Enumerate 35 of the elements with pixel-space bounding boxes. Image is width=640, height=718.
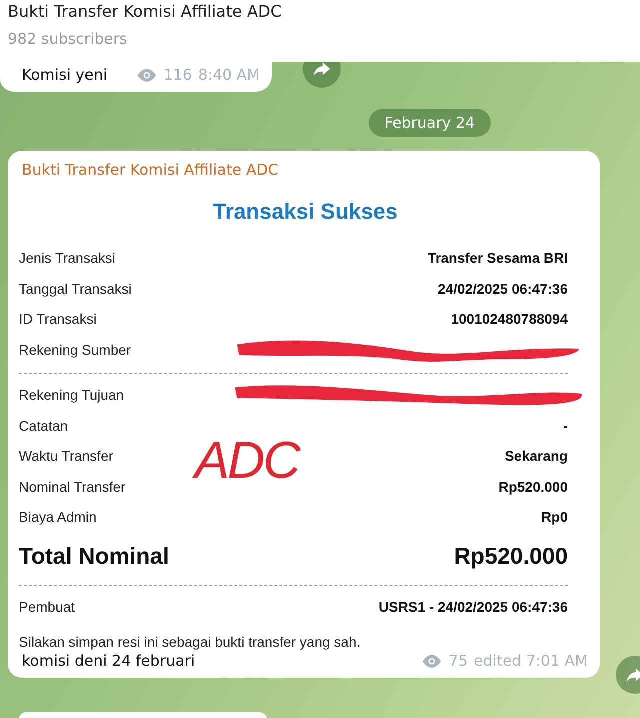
subscriber-count: 982 subscribers [8, 29, 128, 49]
receipt-note: Silakan simpan resi ini sebagai bukti transfer yang sah. [19, 634, 362, 650]
receipt-title: Transaksi Sukses [213, 199, 398, 225]
field-value: Sekarang [504, 448, 568, 464]
field-label: Biaya Admin [19, 509, 97, 526]
field-label: Jenis Transaksi [19, 250, 116, 266]
handwritten-annotation: ADC [195, 435, 299, 487]
field-label: Waktu Transfer [19, 448, 114, 464]
field-label: ID Transaksi [19, 311, 97, 328]
channel-title: Bukti Transfer Komisi Affiliate ADC [8, 1, 283, 23]
total-label: Total Nominal [19, 543, 170, 570]
message-time: edited 7:01 AM [474, 652, 588, 670]
date-separator: February 24 [368, 109, 491, 137]
field-label: Nominal Transfer [19, 478, 126, 495]
views-icon [136, 68, 158, 82]
field-label: Rekening Tujuan [19, 387, 124, 404]
field-value: USRS1 - 24/02/2025 06:47:36 [378, 598, 568, 615]
field-value: - [563, 418, 568, 434]
total-value: Rp520.000 [454, 543, 568, 570]
message-text: komisi deni 24 februari [22, 652, 196, 670]
field-label: Catatan [19, 418, 68, 434]
message-time: 8:40 AM [198, 66, 260, 84]
field-value: Rp0 [542, 509, 568, 526]
field-value: 100102480788094 [451, 311, 568, 328]
views-icon [420, 654, 443, 668]
view-count: 75 [448, 652, 468, 670]
field-label: Tanggal Transaksi [19, 280, 132, 297]
field-value: 24/02/2025 06:47:36 [438, 280, 568, 297]
field-value: Transfer Sesama BRI [428, 250, 568, 266]
sender-name: Bukti Transfer Komisi Affiliate ADC [21, 161, 280, 179]
field-label: Pembuat [19, 598, 76, 615]
view-count: 116 [164, 66, 192, 84]
field-label: Rekening Sumber [19, 342, 132, 358]
message-text: Komisi yeni [22, 66, 108, 84]
field-value: Rp520.000 [498, 478, 568, 495]
